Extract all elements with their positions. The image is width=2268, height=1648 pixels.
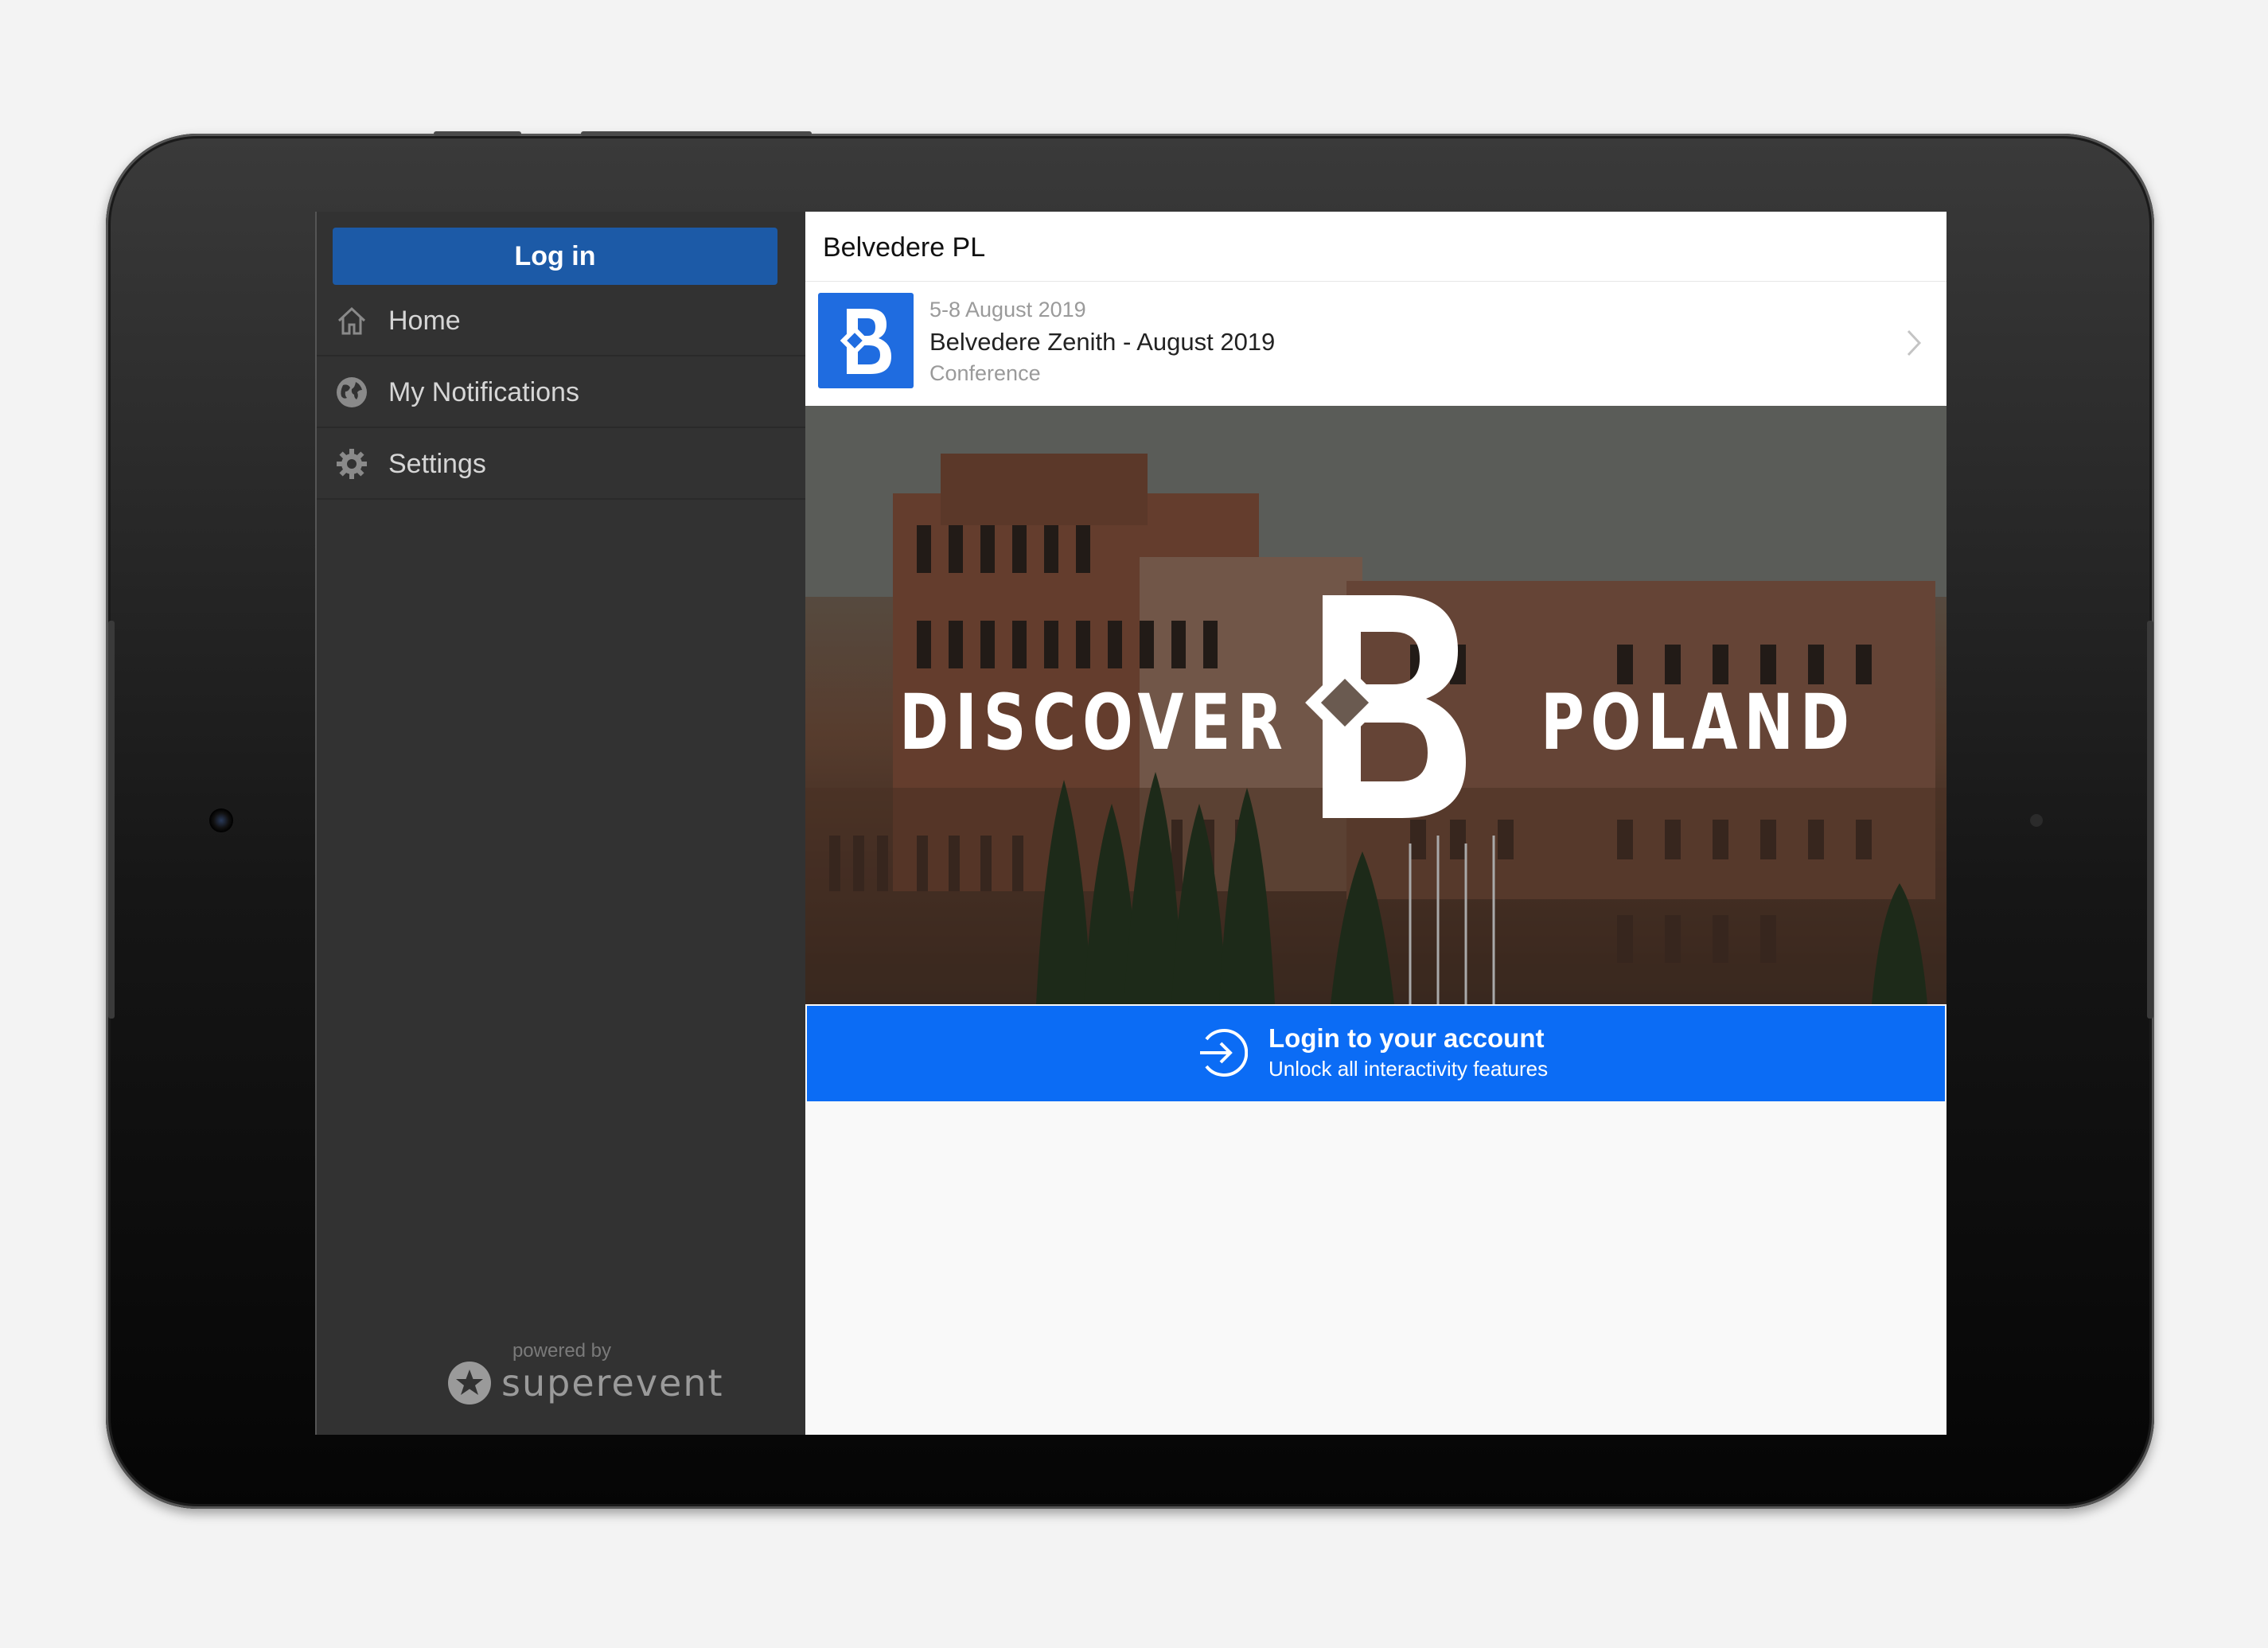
globe-icon — [334, 375, 369, 410]
volume-down-button — [434, 131, 521, 136]
brand-name: superevent — [501, 1362, 724, 1405]
powered-by-label: powered by — [512, 1340, 612, 1362]
event-list-item[interactable]: 5-8 August 2019 Belvedere Zenith - Augus… — [805, 282, 1947, 406]
sidebar-item-label: Home — [388, 305, 461, 336]
left-speaker-grille — [108, 621, 115, 1019]
cta-subtitle: Unlock all interactivity features — [1268, 1057, 1549, 1081]
sidebar: Log in Home My Notifications Settings po… — [315, 212, 807, 1435]
cta-title: Login to your account — [1268, 1023, 1545, 1053]
header: Belvedere PL — [805, 212, 1947, 282]
hero-banner: DISCOVER POLAND — [805, 406, 1947, 1004]
volume-up-button — [581, 131, 812, 136]
sidebar-item-home[interactable]: Home — [317, 286, 807, 356]
login-button[interactable]: Log in — [333, 228, 777, 285]
event-name: Belvedere Zenith - August 2019 — [929, 328, 1276, 356]
hero-text-right: POLAND — [1541, 678, 1856, 767]
hero-text-left: DISCOVER — [899, 678, 1289, 767]
app-screen: Log in Home My Notifications Settings po… — [315, 212, 1947, 1435]
sidebar-item-label: My Notifications — [388, 376, 579, 407]
event-dates: 5-8 August 2019 — [929, 298, 1086, 321]
front-camera — [209, 808, 233, 832]
login-arrow-icon — [1200, 1029, 1248, 1077]
event-logo — [818, 293, 914, 388]
sidebar-item-settings[interactable]: Settings — [317, 430, 807, 500]
sidebar-item-notifications[interactable]: My Notifications — [317, 358, 807, 428]
sidebar-item-label: Settings — [388, 448, 486, 479]
superevent-brand[interactable]: superevent — [447, 1361, 724, 1405]
page-title: Belvedere PL — [823, 232, 986, 263]
event-type: Conference — [929, 361, 1041, 385]
right-speaker-grille — [2147, 621, 2153, 1019]
chevron-right-icon — [1907, 329, 1922, 356]
light-sensor — [2030, 814, 2043, 827]
superevent-logo-icon — [448, 1362, 491, 1405]
main-content: Belvedere PL 5-8 August 2019 Belvedere Z… — [805, 212, 1947, 1435]
home-icon — [334, 303, 369, 338]
gear-icon — [334, 446, 369, 481]
login-to-account-button[interactable]: Login to your account Unlock all interac… — [807, 1006, 1945, 1101]
